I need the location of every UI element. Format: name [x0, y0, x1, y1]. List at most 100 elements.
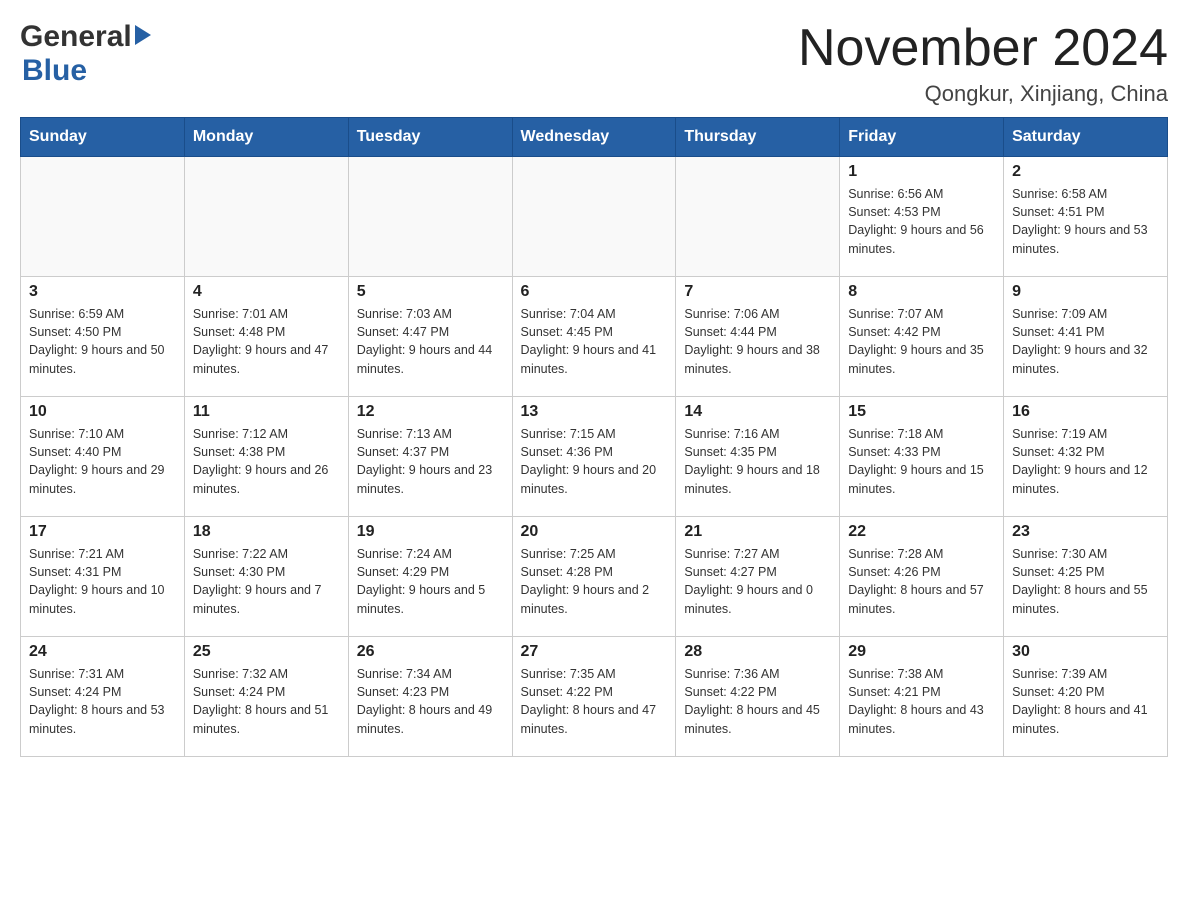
calendar-cell: 27 Sunrise: 7:35 AMSunset: 4:22 PMDayligh… [512, 637, 676, 757]
day-number: 2 [1012, 163, 1159, 181]
day-of-week-header: Thursday [676, 118, 840, 157]
calendar-body: 1 Sunrise: 6:56 AMSunset: 4:53 PMDaylight… [21, 157, 1168, 757]
day-number: 28 [684, 643, 831, 661]
calendar-cell: 18 Sunrise: 7:22 AMSunset: 4:30 PMDayligh… [184, 517, 348, 637]
day-info: Sunrise: 6:59 AMSunset: 4:50 PMDaylight:… [29, 305, 176, 378]
day-info: Sunrise: 7:19 AMSunset: 4:32 PMDaylight:… [1012, 425, 1159, 498]
day-info: Sunrise: 7:06 AMSunset: 4:44 PMDaylight:… [684, 305, 831, 378]
day-number: 30 [1012, 643, 1159, 661]
day-info: Sunrise: 7:18 AMSunset: 4:33 PMDaylight:… [848, 425, 995, 498]
day-number: 23 [1012, 523, 1159, 541]
calendar-cell: 6Sunrise: 7:04 AMSunset: 4:45 PMDaylight… [512, 277, 676, 397]
calendar-cell: 11 Sunrise: 7:12 AMSunset: 4:38 PMDayligh… [184, 397, 348, 517]
week-row: 3Sunrise: 6:59 AMSunset: 4:50 PMDaylight… [21, 277, 1168, 397]
calendar-table: SundayMondayTuesdayWednesdayThursdayFrid… [20, 117, 1168, 757]
day-info: Sunrise: 7:15 AMSunset: 4:36 PMDaylight:… [521, 425, 668, 498]
day-info: Sunrise: 7:21 AMSunset: 4:31 PMDaylight:… [29, 545, 176, 618]
day-number: 24 [29, 643, 176, 661]
day-info: Sunrise: 7:34 AMSunset: 4:23 PMDaylight:… [357, 665, 504, 738]
day-info: Sunrise: 7:25 AMSunset: 4:28 PMDaylight:… [521, 545, 668, 618]
logo-blue-text: Blue [22, 54, 87, 87]
calendar-cell: 4Sunrise: 7:01 AMSunset: 4:48 PMDaylight… [184, 277, 348, 397]
day-of-week-header: Wednesday [512, 118, 676, 157]
day-info: Sunrise: 7:22 AMSunset: 4:30 PMDaylight:… [193, 545, 340, 618]
logo: General Blue [20, 20, 151, 88]
day-info: Sunrise: 6:58 AMSunset: 4:51 PMDaylight:… [1012, 185, 1159, 258]
calendar-cell [512, 157, 676, 277]
day-number: 15 [848, 403, 995, 421]
week-row: 24Sunrise: 7:31 AMSunset: 4:24 PMDayligh… [21, 637, 1168, 757]
week-row: 17 Sunrise: 7:21 AMSunset: 4:31 PMDayligh… [21, 517, 1168, 637]
calendar-cell: 8Sunrise: 7:07 AMSunset: 4:42 PMDaylight… [840, 277, 1004, 397]
calendar-cell: 24Sunrise: 7:31 AMSunset: 4:24 PMDayligh… [21, 637, 185, 757]
day-number: 17 [29, 523, 176, 541]
day-number: 27 [521, 643, 668, 661]
logo-arrow-icon [135, 25, 151, 45]
day-number: 29 [848, 643, 995, 661]
calendar-cell: 17 Sunrise: 7:21 AMSunset: 4:31 PMDayligh… [21, 517, 185, 637]
day-number: 8 [848, 283, 995, 301]
day-of-week-header: Friday [840, 118, 1004, 157]
day-info: Sunrise: 7:01 AMSunset: 4:48 PMDaylight:… [193, 305, 340, 378]
calendar-cell: 12 Sunrise: 7:13 AMSunset: 4:37 PMDayligh… [348, 397, 512, 517]
day-number: 13 [521, 403, 668, 421]
calendar-cell [184, 157, 348, 277]
day-of-week-header: Sunday [21, 118, 185, 157]
day-number: 12 [357, 403, 504, 421]
calendar-header: SundayMondayTuesdayWednesdayThursdayFrid… [21, 118, 1168, 157]
logo-general-text: General [20, 20, 132, 54]
days-of-week-row: SundayMondayTuesdayWednesdayThursdayFrid… [21, 118, 1168, 157]
calendar-cell: 14 Sunrise: 7:16 AMSunset: 4:35 PMDayligh… [676, 397, 840, 517]
day-number: 7 [684, 283, 831, 301]
calendar-cell: 9 Sunrise: 7:09 AMSunset: 4:41 PMDaylight… [1004, 277, 1168, 397]
day-info: Sunrise: 7:27 AMSunset: 4:27 PMDaylight:… [684, 545, 831, 618]
day-number: 14 [684, 403, 831, 421]
day-info: Sunrise: 7:13 AMSunset: 4:37 PMDaylight:… [357, 425, 504, 498]
day-number: 11 [193, 403, 340, 421]
calendar-cell: 16 Sunrise: 7:19 AMSunset: 4:32 PMDayligh… [1004, 397, 1168, 517]
day-number: 25 [193, 643, 340, 661]
day-number: 18 [193, 523, 340, 541]
day-of-week-header: Saturday [1004, 118, 1168, 157]
page-header: General Blue November 2024 Qongkur, Xinj… [20, 20, 1168, 107]
week-row: 1 Sunrise: 6:56 AMSunset: 4:53 PMDaylight… [21, 157, 1168, 277]
title-block: November 2024 Qongkur, Xinjiang, China [798, 20, 1168, 107]
calendar-cell: 10Sunrise: 7:10 AMSunset: 4:40 PMDayligh… [21, 397, 185, 517]
day-info: Sunrise: 7:38 AMSunset: 4:21 PMDaylight:… [848, 665, 995, 738]
day-number: 20 [521, 523, 668, 541]
day-number: 26 [357, 643, 504, 661]
day-info: Sunrise: 7:12 AMSunset: 4:38 PMDaylight:… [193, 425, 340, 498]
day-number: 16 [1012, 403, 1159, 421]
calendar-cell: 25Sunrise: 7:32 AMSunset: 4:24 PMDayligh… [184, 637, 348, 757]
week-row: 10Sunrise: 7:10 AMSunset: 4:40 PMDayligh… [21, 397, 1168, 517]
calendar-cell: 7 Sunrise: 7:06 AMSunset: 4:44 PMDaylight… [676, 277, 840, 397]
day-info: Sunrise: 6:56 AMSunset: 4:53 PMDaylight:… [848, 185, 995, 258]
day-info: Sunrise: 7:36 AMSunset: 4:22 PMDaylight:… [684, 665, 831, 738]
day-info: Sunrise: 7:35 AMSunset: 4:22 PMDaylight:… [521, 665, 668, 738]
calendar-cell: 15 Sunrise: 7:18 AMSunset: 4:33 PMDayligh… [840, 397, 1004, 517]
day-number: 5 [357, 283, 504, 301]
day-number: 22 [848, 523, 995, 541]
calendar-cell: 1 Sunrise: 6:56 AMSunset: 4:53 PMDaylight… [840, 157, 1004, 277]
day-info: Sunrise: 7:28 AMSunset: 4:26 PMDaylight:… [848, 545, 995, 618]
calendar-cell: 23Sunrise: 7:30 AMSunset: 4:25 PMDayligh… [1004, 517, 1168, 637]
calendar-cell: 13 Sunrise: 7:15 AMSunset: 4:36 PMDayligh… [512, 397, 676, 517]
calendar-cell: 28 Sunrise: 7:36 AMSunset: 4:22 PMDayligh… [676, 637, 840, 757]
calendar-cell: 5 Sunrise: 7:03 AMSunset: 4:47 PMDaylight… [348, 277, 512, 397]
calendar-cell: 19Sunrise: 7:24 AMSunset: 4:29 PMDayligh… [348, 517, 512, 637]
calendar-cell: 30Sunrise: 7:39 AMSunset: 4:20 PMDayligh… [1004, 637, 1168, 757]
calendar-cell: 22 Sunrise: 7:28 AMSunset: 4:26 PMDayligh… [840, 517, 1004, 637]
calendar-cell [21, 157, 185, 277]
day-number: 1 [848, 163, 995, 181]
day-info: Sunrise: 7:03 AMSunset: 4:47 PMDaylight:… [357, 305, 504, 378]
day-info: Sunrise: 7:16 AMSunset: 4:35 PMDaylight:… [684, 425, 831, 498]
day-info: Sunrise: 7:04 AMSunset: 4:45 PMDaylight:… [521, 305, 668, 378]
day-of-week-header: Tuesday [348, 118, 512, 157]
day-info: Sunrise: 7:09 AMSunset: 4:41 PMDaylight:… [1012, 305, 1159, 378]
day-number: 9 [1012, 283, 1159, 301]
calendar-cell: 21Sunrise: 7:27 AMSunset: 4:27 PMDayligh… [676, 517, 840, 637]
calendar-cell [676, 157, 840, 277]
calendar-cell: 2 Sunrise: 6:58 AMSunset: 4:51 PMDaylight… [1004, 157, 1168, 277]
calendar-cell: 3Sunrise: 6:59 AMSunset: 4:50 PMDaylight… [21, 277, 185, 397]
calendar-cell [348, 157, 512, 277]
